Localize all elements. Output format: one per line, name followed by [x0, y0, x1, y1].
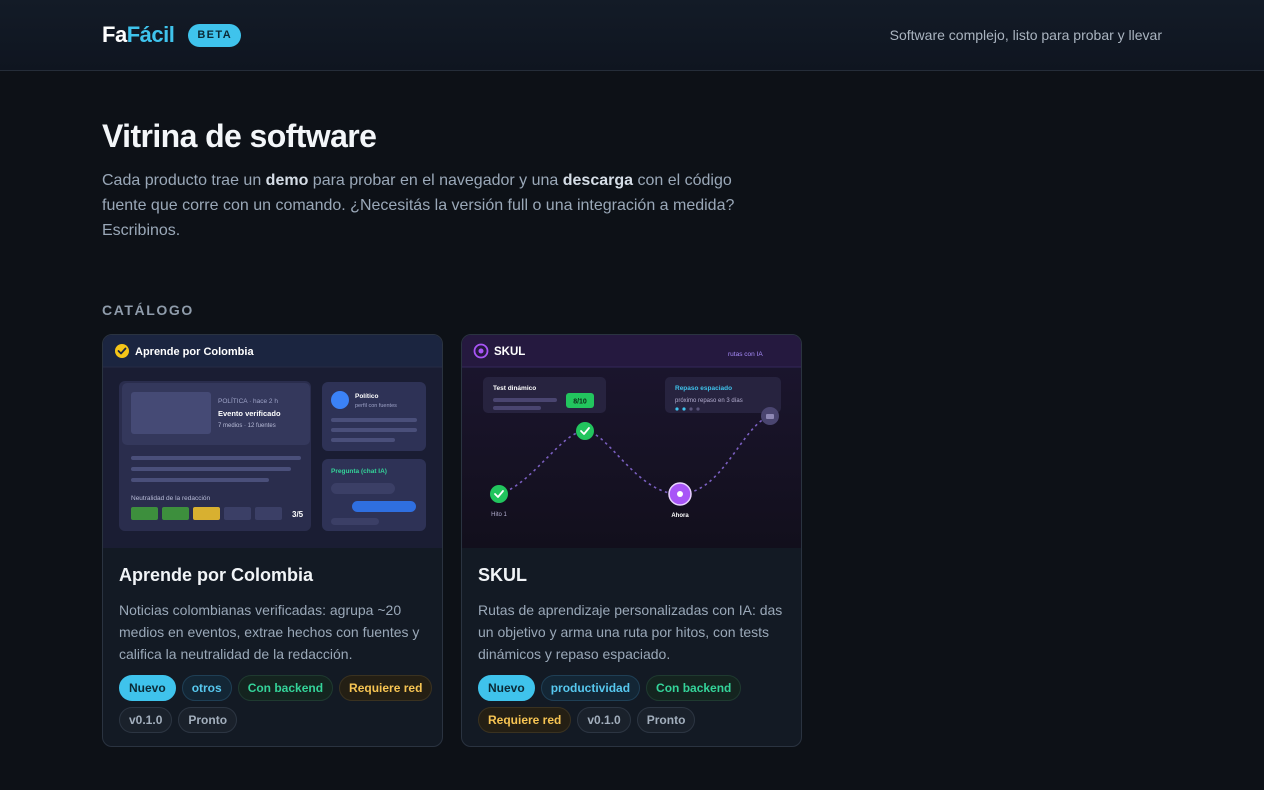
profile-avatar — [331, 391, 349, 409]
preview-profile-sub: perfil con fuentes — [355, 403, 397, 409]
tag-list: Nuevo productividad Con backend Requiere… — [478, 675, 798, 733]
brand-logo[interactable]: FaFácil — [102, 22, 175, 48]
tag-category: productividad — [540, 675, 641, 701]
product-card-skul[interactable]: SKUL rutas con IA Test dinámico 8/10 Rep… — [461, 334, 802, 747]
preview-header-title: Aprende por Colombia — [135, 346, 254, 358]
neutrality-meter — [131, 507, 282, 520]
page-title: Vitrina de software — [102, 118, 377, 154]
beta-badge: BETA — [188, 23, 242, 47]
product-title[interactable]: SKUL — [478, 565, 527, 586]
tag-backend: Con backend — [646, 675, 742, 701]
product-description: Rutas de aprendizaje personalizadas con … — [478, 602, 783, 662]
milestone-1-label: Hito 1 — [491, 512, 507, 518]
header-tagline: Software complejo, listo para probar y l… — [889, 27, 1162, 43]
preview-neutrality-label: Neutralidad de la redacción — [131, 495, 211, 502]
preview-meta: POLÍTICA · hace 2 h — [218, 396, 278, 405]
preview-review-sub: próximo repaso en 3 días — [675, 398, 743, 404]
desc-demo: demo — [265, 172, 309, 189]
page-description: Cada producto trae un demo para probar e… — [102, 168, 762, 243]
tag-category: otros — [181, 675, 232, 701]
tag-status: Pronto — [636, 707, 696, 733]
verified-check-icon — [115, 344, 129, 358]
milestone-1-check-icon — [490, 485, 508, 503]
tag-status: Pronto — [178, 707, 238, 733]
preview-chat-label: Pregunta (chat IA) — [331, 468, 387, 475]
brand-logo-part2: Fácil — [126, 22, 175, 47]
top-bar: FaFácil BETA Software complejo, listo pa… — [0, 0, 1264, 71]
milestone-now-label: Ahora — [671, 513, 689, 519]
preview-test-title: Test dinámico — [493, 385, 536, 392]
current-milestone-icon — [668, 482, 692, 506]
brand[interactable]: FaFácil BETA — [102, 22, 242, 48]
locked-milestone-icon — [761, 407, 779, 425]
product-description: Noticias colombianas verificadas: agrupa… — [119, 602, 420, 662]
preview-header-title: SKUL — [494, 346, 525, 358]
tag-version: v0.1.0 — [577, 707, 631, 733]
product-card-aprende[interactable]: Aprende por Colombia POLÍTICA · hace 2 h… — [102, 334, 443, 747]
tag-version: v0.1.0 — [119, 707, 173, 733]
preview-review-title: Repaso espaciado — [675, 385, 732, 392]
product-title[interactable]: Aprende por Colombia — [119, 565, 313, 586]
preview-event-title: Evento verificado — [218, 409, 281, 418]
catalog-label: CATÁLOGO — [102, 302, 194, 318]
brand-logo-part1: Fa — [102, 22, 127, 47]
preview-test-score: 8/10 — [573, 399, 587, 406]
desc-descarga: descarga — [562, 172, 634, 189]
desc-text-2: para probar en el navegador y una — [308, 172, 563, 189]
tag-list: Nuevo otros Con backend Requiere red v0.… — [119, 675, 439, 733]
tag-backend: Con backend — [237, 675, 334, 701]
preview-event-sub: 7 medios · 12 fuentes — [218, 423, 276, 429]
product-preview-skul[interactable]: SKUL rutas con IA Test dinámico 8/10 Rep… — [462, 335, 802, 548]
preview-neutrality-score: 3/5 — [292, 510, 304, 519]
milestone-2-check-icon — [576, 422, 594, 440]
tag-network: Requiere red — [339, 675, 433, 701]
preview-profile-name: Político — [355, 393, 379, 400]
tag-new: Nuevo — [478, 675, 535, 701]
desc-text-1: Cada producto trae un — [102, 172, 266, 189]
tag-new: Nuevo — [119, 675, 176, 701]
tag-network: Requiere red — [478, 707, 572, 733]
preview-header-right: rutas con IA — [728, 351, 763, 358]
product-preview-aprende[interactable]: Aprende por Colombia POLÍTICA · hace 2 h… — [103, 335, 443, 548]
